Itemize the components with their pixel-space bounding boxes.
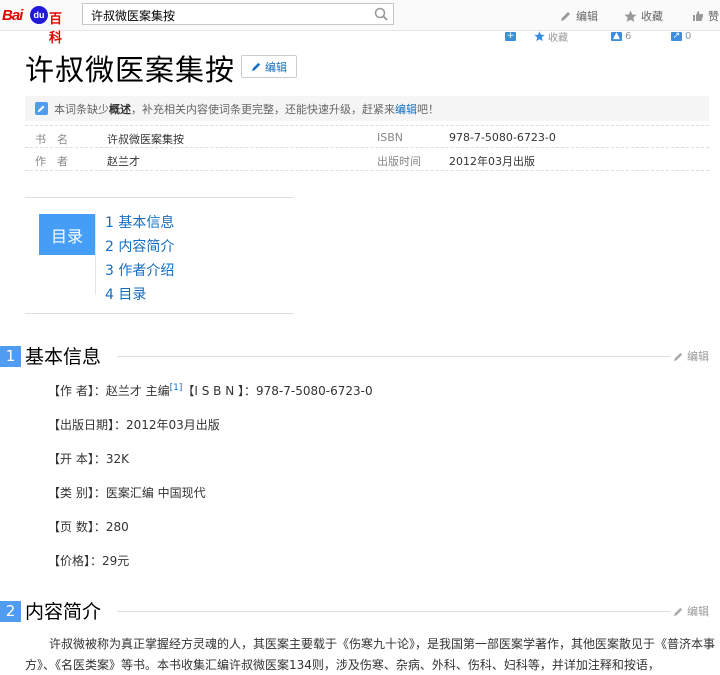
section-divider xyxy=(117,356,670,357)
notice-edit-link[interactable]: 编辑 xyxy=(395,103,417,116)
info-line-price: 【价格】：29元 xyxy=(48,554,130,568)
section-divider xyxy=(117,611,670,612)
logo-du: du xyxy=(30,6,48,24)
star-icon xyxy=(624,10,637,22)
pencil-icon xyxy=(561,12,570,21)
info-line-category: 【类 别】：医案汇编 中国现代 xyxy=(48,486,206,500)
section-edit-button[interactable]: 编辑 xyxy=(673,603,709,619)
info-key: 作 者 xyxy=(35,155,68,168)
favorite-action-label: 收藏 xyxy=(641,10,663,23)
toc-item[interactable]: 3 作者介绍 xyxy=(105,260,174,280)
like-action[interactable]: 赞 xyxy=(692,8,719,24)
edit-button-label: 编辑 xyxy=(265,60,287,74)
table-of-contents: 目录 1 基本信息 2 内容简介 3 作者介绍 4 目录 xyxy=(25,197,293,314)
share-count: 6 xyxy=(625,30,632,42)
add-icon[interactable]: + xyxy=(505,30,516,42)
intro-paragraph: 许叔微被称为真正掌握经方灵魂的人，其医案主要载于《伤寒九十论》，是我国第一部医案… xyxy=(25,637,716,672)
edit-action-label: 编辑 xyxy=(576,10,598,23)
toc-item[interactable]: 2 内容简介 xyxy=(105,236,174,256)
search-icon[interactable] xyxy=(374,7,388,24)
toc-item[interactable]: 4 目录 xyxy=(105,284,146,304)
comment-count: 0 xyxy=(685,30,692,42)
top-bar: Bai du 百科 许叔微医案集按 编辑 收藏 赞 xyxy=(0,0,720,45)
section-number: 2 xyxy=(0,601,21,622)
section-header: 1 基本信息 编辑 xyxy=(0,343,720,369)
info-key: 出版时间 xyxy=(377,155,421,168)
star-icon xyxy=(534,30,545,41)
share-strip[interactable]: ▲ 6 xyxy=(611,30,631,42)
thumbs-up-icon: ▲ xyxy=(611,31,622,41)
logo-bai: Bai xyxy=(2,7,23,24)
toc-divider xyxy=(95,212,96,295)
section-title: 基本信息 xyxy=(25,346,102,368)
collect-label: 收藏 xyxy=(548,32,568,44)
section-title: 内容简介 xyxy=(25,601,102,623)
reference-link[interactable]: [1] xyxy=(170,383,183,393)
info-key: 书 名 xyxy=(35,133,68,146)
edit-button[interactable]: 编辑 xyxy=(241,55,297,78)
collect-strip[interactable]: 收藏 xyxy=(534,30,568,44)
external-link-icon: ↗ xyxy=(671,30,682,41)
section-edit-button[interactable]: 编辑 xyxy=(673,348,709,364)
info-line-format: 【开 本】：32K xyxy=(48,452,129,466)
comment-strip[interactable]: ↗ 0 xyxy=(671,30,691,42)
info-row: 书 名 许叔微医案集按 ISBN 978-7-5080-6723-0 xyxy=(25,125,709,148)
notice-text: 本词条缺少概述，补充相关内容使词条更完整，还能快速升级，赶紧来编辑吧！ xyxy=(54,102,439,116)
thumbs-up-icon xyxy=(693,11,703,21)
info-key: ISBN xyxy=(377,131,404,144)
page-title: 许叔微医案集按 xyxy=(25,53,236,87)
favorite-action[interactable]: 收藏 xyxy=(624,8,663,24)
info-value: 赵兰才 xyxy=(107,155,140,168)
pencil-icon xyxy=(251,62,261,72)
pencil-icon xyxy=(673,352,683,361)
pencil-icon xyxy=(35,102,48,115)
info-value: 978-7-5080-6723-0 xyxy=(449,131,556,144)
info-value: 许叔微医案集按 xyxy=(107,133,184,146)
info-line-pages: 【页 数】：280 xyxy=(48,520,129,534)
info-line-author: 【作 者】：赵兰才 主编[1]【I S B N 】：978-7-5080-672… xyxy=(48,383,373,398)
section-header: 2 内容简介 编辑 xyxy=(0,598,720,624)
info-row: 作 者 赵兰才 出版时间 2012年03月出版 xyxy=(25,148,709,171)
search-query: 许叔微医案集按 xyxy=(91,9,176,23)
info-value: 2012年03月出版 xyxy=(449,155,535,168)
search-input[interactable]: 许叔微医案集按 xyxy=(82,3,394,25)
notice-bar: 本词条缺少概述，补充相关内容使词条更完整，还能快速升级，赶紧来编辑吧！ xyxy=(25,96,709,121)
pencil-icon xyxy=(673,607,683,616)
section-number: 1 xyxy=(0,346,21,367)
like-action-label: 赞 xyxy=(708,10,719,23)
info-line-date: 【出版日期】：2012年03月出版 xyxy=(48,418,220,432)
toc-label: 目录 xyxy=(39,214,95,255)
logo-baike: 百科 xyxy=(49,11,63,45)
toc-item[interactable]: 1 基本信息 xyxy=(105,212,174,232)
edit-action[interactable]: 编辑 xyxy=(560,8,598,24)
